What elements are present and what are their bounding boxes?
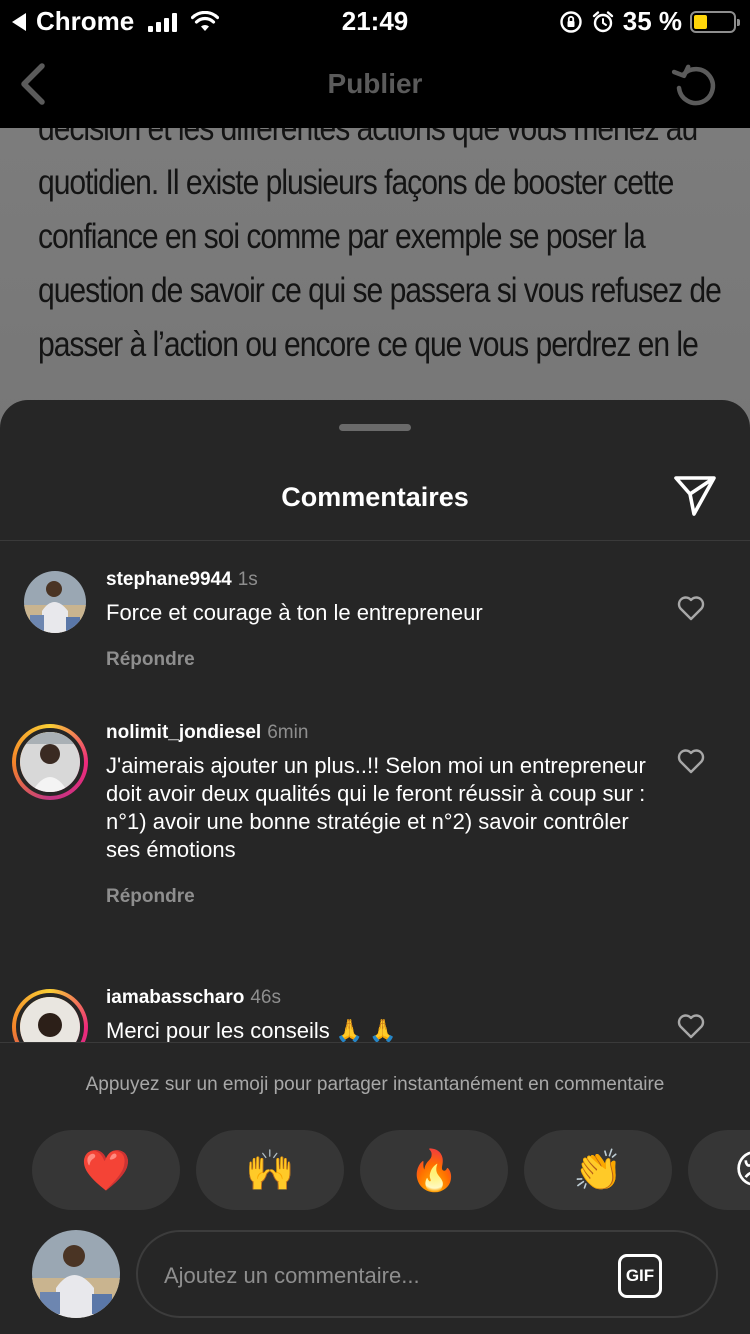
- heart-icon[interactable]: [676, 593, 706, 623]
- avatar-image: [24, 571, 86, 633]
- back-app-label: Chrome: [36, 6, 135, 36]
- post-image-text: décision et les différentes actions que …: [0, 128, 750, 428]
- avatar-story-ring[interactable]: [12, 724, 88, 800]
- avatar-image: [20, 997, 80, 1043]
- comments-sheet: Commentaires stephane9944 1s Force et cou…: [0, 400, 750, 1334]
- back-triangle-icon: [12, 12, 26, 31]
- page-title: Publier: [327, 68, 423, 99]
- status-right: 35 %: [559, 6, 740, 37]
- reply-button[interactable]: Répondre: [106, 649, 646, 671]
- comment-username[interactable]: nolimit_jondiesel: [106, 722, 261, 743]
- refresh-icon[interactable]: [670, 60, 720, 110]
- comment-body: nolimit_jondiesel 6min J'aimerais ajouter…: [106, 722, 646, 908]
- comment-text: Force et courage à ton le entrepreneur: [106, 600, 483, 625]
- comment-text: Merci pour les conseils 🙏 🙏: [106, 1018, 397, 1043]
- battery-icon: [690, 10, 740, 33]
- quick-emoji-row: ❤️ 🙌 🔥 👏 😢: [32, 1130, 750, 1212]
- comment-time: 6min: [267, 722, 309, 743]
- comment-text: J'aimerais ajouter un plus..!! Selon moi…: [106, 753, 646, 862]
- cellular-signal-icon: [148, 12, 178, 32]
- comment-composer: GIF: [136, 1230, 718, 1318]
- article-line: passer à l’action ou encore ce que vous …: [38, 325, 699, 364]
- share-send-icon[interactable]: [672, 472, 718, 518]
- avatar[interactable]: [24, 571, 86, 633]
- comment-time: 46s: [250, 987, 281, 1008]
- comment-time: 1s: [237, 569, 258, 590]
- article-text: décision et les différentes actions que …: [38, 128, 726, 372]
- article-line: décision et les différentes actions que …: [38, 128, 698, 148]
- heart-icon[interactable]: [676, 746, 706, 776]
- gif-button[interactable]: GIF: [618, 1254, 662, 1298]
- alarm-icon: [592, 10, 613, 32]
- comments-list[interactable]: stephane9944 1s Force et courage à ton le…: [0, 541, 750, 1043]
- article-line: question de savoir ce qui se passera si …: [38, 271, 722, 310]
- nav-bar: Publier: [0, 42, 750, 128]
- wifi-icon: [191, 10, 220, 31]
- emoji-crying-button[interactable]: 😢: [688, 1130, 750, 1210]
- comment-input[interactable]: [164, 1254, 604, 1298]
- my-avatar: [32, 1230, 120, 1318]
- heart-icon[interactable]: [676, 1011, 706, 1041]
- avatar-image: [32, 1230, 120, 1318]
- sheet-grabber[interactable]: [339, 424, 411, 431]
- status-back-to-app[interactable]: Chrome: [12, 6, 220, 37]
- battery-level-fill: [694, 14, 708, 29]
- divider: [0, 1042, 750, 1043]
- emoji-clap-button[interactable]: 👏: [524, 1130, 672, 1210]
- reply-button[interactable]: Répondre: [106, 886, 646, 908]
- comment-username[interactable]: stephane9944: [106, 569, 232, 590]
- battery-percent: 35 %: [622, 6, 682, 36]
- avatar-image: [20, 732, 80, 792]
- orientation-lock-icon: [560, 10, 582, 33]
- comment-body: iamabasscharo 46s Merci pour les conseils…: [106, 987, 646, 1043]
- emoji-hint: Appuyez sur un emoji pour partager insta…: [85, 1074, 665, 1095]
- sheet-title: Commentaires: [281, 482, 469, 512]
- avatar-story-ring[interactable]: [12, 989, 88, 1043]
- status-bar: Chrome 21:49 35 %: [0, 0, 750, 42]
- comment-body: stephane9944 1s Force et courage à ton le…: [106, 569, 646, 671]
- article-line: quotidien. Il existe plusieurs façons de…: [38, 163, 674, 202]
- emoji-fire-button[interactable]: 🔥: [360, 1130, 508, 1210]
- emoji-heart-button[interactable]: ❤️: [32, 1130, 180, 1210]
- comment-username[interactable]: iamabasscharo: [106, 987, 244, 1008]
- article-line: confiance en soi comme par exemple se po…: [38, 217, 646, 256]
- back-chevron-icon[interactable]: [14, 62, 58, 106]
- emoji-raised-hands-button[interactable]: 🙌: [196, 1130, 344, 1210]
